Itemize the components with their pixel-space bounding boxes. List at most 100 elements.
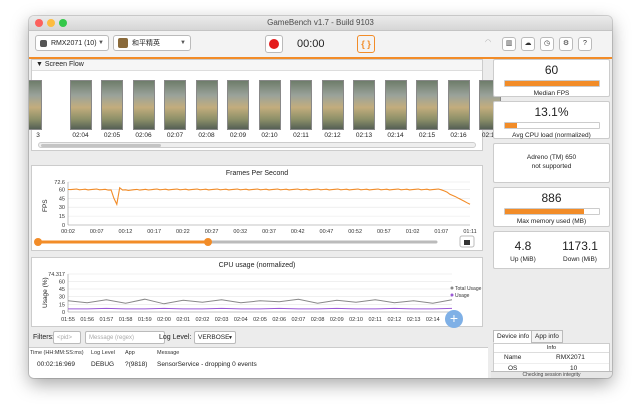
pid-filter-input[interactable]: <pid> <box>53 331 81 344</box>
cpu-y-tick: 45 <box>59 287 65 293</box>
cpu-x-tick: 01:58 <box>119 317 133 323</box>
log-header-level[interactable]: Log Level <box>91 350 115 356</box>
fps-x-tick: 00:12 <box>119 229 133 235</box>
tab-device-info[interactable]: Device info <box>493 330 534 343</box>
screen-flow-scrollbar[interactable] <box>38 142 476 148</box>
window-title: GameBench v1.7 - Build 9103 <box>267 18 374 27</box>
fps-series-line <box>67 186 471 207</box>
app-select[interactable]: 和平精英 ▼ <box>113 35 191 51</box>
integrity-status: Checking session integrity <box>491 371 612 378</box>
fps-chart-panel: Frames Per Second FPS 72.6 60 45 30 15 0 00:02… <box>31 165 483 251</box>
markers-button[interactable]: { } <box>357 35 375 53</box>
screen-flow-time-label: 02:04 <box>72 132 89 139</box>
fps-y-tick: 15 <box>59 214 65 220</box>
screen-flow-header[interactable]: ▼ Screen Flow <box>32 60 482 71</box>
fps-y-tick: 30 <box>59 205 65 211</box>
cpu-x-tick: 02:09 <box>330 317 344 323</box>
fps-x-tick: 00:27 <box>205 229 219 235</box>
cpu-y-tick: 74.317 <box>48 272 65 278</box>
screen-flow-thumbnail[interactable] <box>258 80 281 130</box>
cpu-series-line <box>67 298 453 305</box>
screen-flow-thumbnail[interactable] <box>195 80 218 130</box>
cloud-upload-icon[interactable]: ☁ <box>521 37 535 51</box>
fps-x-tick: 00:02 <box>61 229 75 235</box>
cpu-x-tick: 01:55 <box>61 317 75 323</box>
cpu-y-tick: 0 <box>62 310 65 316</box>
help-icon[interactable]: ? <box>578 37 592 51</box>
device-select[interactable]: RMX2071 (10) ▼ <box>35 35 109 51</box>
fps-x-tick: 00:17 <box>147 229 161 235</box>
add-icon[interactable]: + <box>445 310 463 328</box>
screen-flow-thumbnail[interactable] <box>69 80 92 130</box>
record-button[interactable] <box>265 35 283 53</box>
cpu-legend-marker <box>450 286 454 290</box>
log-header-time[interactable]: Time (HH:MM:SS:ms) <box>30 350 84 356</box>
log-level: DEBUG <box>91 361 115 368</box>
fps-x-tick: 01:07 <box>434 229 448 235</box>
fps-y-tick: 45 <box>59 196 65 202</box>
info-value: RMX2071 <box>556 354 585 361</box>
network-up-value: 4.8 <box>514 239 532 253</box>
screen-flow-thumbnail[interactable] <box>353 80 375 130</box>
log-time: 00:02:16:969 <box>37 361 75 368</box>
network-down-label: Down (MiB) <box>563 256 597 263</box>
cpu-x-tick: 02:11 <box>369 317 382 323</box>
settings-icon[interactable]: ⚙ <box>559 37 573 51</box>
message-filter-input[interactable]: Message (regex) <box>85 331 165 344</box>
screen-flow-thumbnail[interactable] <box>227 80 249 130</box>
title-bar: GameBench v1.7 - Build 9103 <box>29 16 612 31</box>
cpu-legend-marker <box>450 293 454 297</box>
screen-flow-thumbnail[interactable] <box>321 80 344 130</box>
screen-flow-thumbnail[interactable] <box>416 80 438 130</box>
screen-flow-thumbnail[interactable] <box>290 80 312 130</box>
cpu-x-tick: 02:12 <box>388 317 402 323</box>
time-range-start-handle[interactable] <box>34 238 42 246</box>
median-fps-label: Median FPS <box>533 90 570 97</box>
screen-flow-thumbnail[interactable] <box>447 80 470 130</box>
time-range-end-handle[interactable] <box>204 238 212 246</box>
cpu-load-bar-fill <box>504 123 517 128</box>
clock-icon[interactable]: ◷ <box>540 37 554 51</box>
network-card: 4.8 Up (MiB) 1173.1 Down (MiB) <box>493 231 610 269</box>
network-up: 4.8 Up (MiB) <box>500 236 546 263</box>
trash-icon[interactable]: ▥ <box>502 37 516 51</box>
screen-flow-time-label: 02:10 <box>261 132 278 139</box>
screen-flow-time-label: 02:14 <box>387 132 404 139</box>
screen-flow-thumbnail[interactable] <box>384 80 407 130</box>
fps-x-tick: 00:47 <box>320 229 334 235</box>
app-select-value: 和平精英 <box>132 40 160 47</box>
cpu-load-card: 13.1% Avg CPU load (normalized) <box>493 101 610 139</box>
main-panel: ▼ Screen Flow 3 02:04 02:05 02:06 02:07 02:08… <box>29 59 501 378</box>
cpu-x-tick: 02:03 <box>215 317 229 323</box>
cpu-x-tick: 02:01 <box>176 317 190 323</box>
network-down: 1173.1 Down (MiB) <box>554 236 606 263</box>
cpu-x-tick: 02:13 <box>407 317 421 323</box>
cpu-x-tick: 02:06 <box>272 317 286 323</box>
cpu-x-tick: 01:56 <box>80 317 94 323</box>
gpu-status: not supported <box>531 163 572 170</box>
tab-app-info[interactable]: App info <box>531 330 563 343</box>
screen-flow-thumbnail[interactable] <box>29 80 42 130</box>
screen-flow-title: Screen Flow <box>44 61 84 68</box>
screen-flow-thumbnail[interactable] <box>164 80 186 130</box>
session-timer: 00:00 <box>297 38 325 50</box>
fps-x-tick: 00:52 <box>348 229 362 235</box>
info-tabs: Device info App info <box>493 330 610 343</box>
cpu-legend-label: Usage <box>455 293 470 299</box>
screen-flow-time-label: 02:08 <box>198 132 215 139</box>
fps-chart: 72.660453015000:02 00:07 00:12 00:17 00:22 00… <box>34 180 477 248</box>
log-level-select[interactable]: VERBOSE ▼ <box>194 331 236 344</box>
memory-value: 886 <box>541 191 562 205</box>
wifi-icon[interactable]: ◠ <box>481 37 495 51</box>
cpu-y-tick: 30 <box>59 295 65 301</box>
screen-flow-thumbnail[interactable] <box>101 80 123 130</box>
median-fps-card: 60 Median FPS <box>493 59 610 97</box>
screen-flow-time-label: 02:05 <box>103 132 121 139</box>
cpu-x-tick: 02:00 <box>157 317 171 323</box>
screen-flow-time-label: 02:09 <box>229 132 247 139</box>
fps-x-tick: 01:11 <box>463 229 476 235</box>
log-header-message[interactable]: Message <box>157 350 179 356</box>
screen-flow-thumbnail[interactable] <box>132 80 155 130</box>
median-fps-bar-fill <box>504 81 599 86</box>
log-header-app[interactable]: App <box>125 350 135 356</box>
